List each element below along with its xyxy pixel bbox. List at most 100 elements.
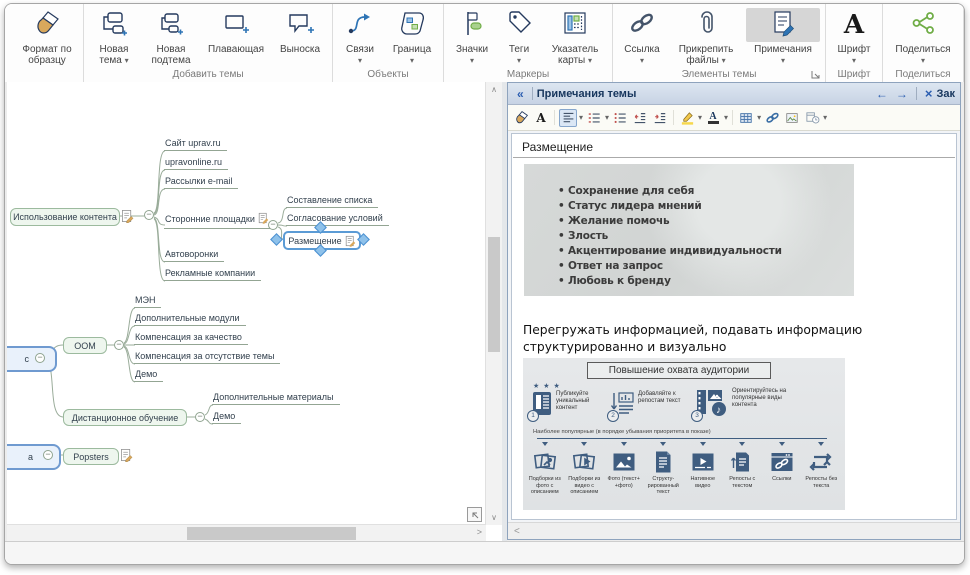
dropdown-arrow-icon[interactable]: ▾	[724, 113, 728, 122]
topic-distance-learning[interactable]: Дистанционное обучение	[63, 409, 187, 426]
callout-icon	[286, 9, 314, 42]
topic-line[interactable]: Автоворонки	[164, 249, 224, 262]
topic-line[interactable]: Компенсация за отсутствие темы	[134, 351, 280, 364]
scroll-right-icon[interactable]: >	[477, 527, 482, 537]
screenshot-stage: Формат по образцу Новая тема ▾ Новая под…	[0, 0, 970, 575]
indent-icon[interactable]	[651, 109, 669, 127]
new-topic-button[interactable]: Новая тема ▾	[87, 6, 141, 66]
collapse-minus-icon[interactable]: −	[43, 450, 53, 460]
topic-line[interactable]: Рекламные компании	[164, 268, 261, 281]
topic-oom[interactable]: ООМ	[63, 337, 107, 354]
font-button[interactable]: A Шрифт▾	[829, 6, 879, 66]
topic-content-usage[interactable]: Использование контента	[10, 208, 120, 226]
notes-button[interactable]: Примечания▾	[744, 6, 822, 66]
format-painter-icon[interactable]	[512, 109, 530, 127]
close-panel-icon[interactable]: ×	[921, 86, 937, 101]
next-note-icon[interactable]: →	[892, 87, 912, 101]
collapse-minus-icon[interactable]: −	[144, 210, 154, 220]
separator	[673, 110, 674, 125]
scroll-up-icon[interactable]: ∧	[486, 85, 502, 94]
dropdown-arrow-icon[interactable]: ▾	[698, 113, 702, 122]
topic-line[interactable]: Дополнительные материалы	[212, 392, 340, 405]
topic-line[interactable]: Демо	[134, 369, 163, 382]
hyperlink-button[interactable]: Ссылка▾	[616, 6, 668, 66]
horizontal-scrollbar-thumb[interactable]	[187, 527, 356, 540]
map-canvas[interactable]: Использование контента − Сайт uprav.ru u…	[7, 82, 502, 542]
align-icon[interactable]	[559, 109, 577, 127]
collapse-minus-icon[interactable]: −	[195, 412, 205, 422]
diagram-step-3: ♪ Ориентируйтесь на популярные виды конт…	[695, 388, 790, 418]
fit-map-button[interactable]	[467, 507, 482, 522]
topic-line[interactable]: Сайт uprav.ru	[164, 138, 227, 151]
dropdown-arrow-icon[interactable]: ▾	[579, 113, 583, 122]
insert-image-icon[interactable]	[783, 109, 801, 127]
previous-note-icon[interactable]: ←	[872, 87, 892, 101]
floating-topic-button[interactable]: Плавающая	[201, 6, 271, 55]
dropdown-arrow-icon[interactable]: ▾	[823, 113, 827, 122]
close-panel-label[interactable]: Зак	[936, 88, 955, 100]
dropdown-arrow-icon: ▾	[852, 56, 856, 65]
main-topic-partial[interactable]: с	[7, 346, 57, 372]
dialog-launcher-icon[interactable]	[810, 69, 821, 80]
note-indicator-icon[interactable]	[121, 209, 134, 228]
notes-editor[interactable]: Размещение Сохранение для себя Статус ли…	[511, 133, 957, 520]
notes-panel-header: « Примечания темы ← → × Зак	[508, 83, 960, 105]
attach-files-button[interactable]: Прикрепить файлы ▾	[668, 6, 744, 66]
callout-button[interactable]: Выноска	[271, 6, 329, 55]
topic-line[interactable]: Компенсация за качество	[134, 332, 248, 345]
vertical-scrollbar-thumb[interactable]	[488, 237, 500, 352]
horizontal-scrollbar[interactable]: >	[7, 524, 486, 542]
vertical-scrollbar[interactable]: ∧ ∨	[485, 82, 502, 525]
numbered-list-icon[interactable]	[585, 109, 603, 127]
share-button[interactable]: Поделиться▾	[886, 6, 960, 66]
topic-popsters[interactable]: Popsters	[63, 448, 119, 465]
collapse-minus-icon[interactable]: −	[35, 353, 45, 363]
note-image-reach-diagram[interactable]: Повышение охвата аудитории ★ ★ ★ Публику…	[523, 358, 845, 510]
insert-link-icon[interactable]	[763, 109, 781, 127]
topic-third-party[interactable]: Сторонние площадки	[164, 212, 275, 229]
font-color-icon[interactable]: A	[704, 109, 722, 127]
topic-line[interactable]: МЭН	[134, 295, 161, 308]
note-heading[interactable]: Размещение	[512, 134, 956, 157]
table-icon[interactable]	[737, 109, 755, 127]
slide-bullet: Статус лидера мнений	[558, 199, 854, 214]
topic-line[interactable]: Составление списка	[286, 195, 378, 208]
note-image-emotions[interactable]: Сохранение для себя Статус лидера мнений…	[524, 164, 854, 296]
collapse-panel-icon[interactable]: «	[513, 87, 528, 101]
note-paragraph[interactable]: Перегружать информацией, подавать информ…	[523, 322, 957, 357]
dropdown-arrow-icon: ▾	[470, 56, 474, 65]
format-painter-button[interactable]: Формат по образцу	[14, 6, 80, 66]
tags-button[interactable]: Теги▾	[497, 6, 541, 66]
diagram-step-1: Публикуйте уникальный контент	[531, 391, 610, 417]
date-time-icon[interactable]	[803, 109, 821, 127]
topic-line[interactable]: Рассылки e-mail	[164, 176, 238, 189]
topic-line[interactable]: Согласование условий	[286, 213, 389, 226]
font-dialog-icon[interactable]: A	[532, 109, 550, 127]
relationship-button[interactable]: Связи▾	[336, 6, 384, 66]
main-topic-partial[interactable]: а	[7, 444, 61, 470]
highlight-icon[interactable]	[678, 109, 696, 127]
ribbon-group-markers: Значки▾ Теги▾ Указатель карты ▾ Маркеры	[444, 4, 613, 82]
native-video-icon	[691, 450, 715, 474]
scroll-down-icon[interactable]: ∨	[486, 513, 502, 522]
map-index-button[interactable]: Указатель карты ▾	[541, 6, 609, 66]
outdent-icon[interactable]	[631, 109, 649, 127]
hyperlink-icon	[628, 9, 656, 42]
dropdown-arrow-icon[interactable]: ▾	[605, 113, 609, 122]
dropdown-arrow-icon[interactable]: ▾	[757, 113, 761, 122]
icons-button[interactable]: Значки▾	[447, 6, 497, 66]
collapse-minus-icon[interactable]: −	[114, 340, 124, 350]
new-subtopic-button[interactable]: Новая подтема	[141, 6, 201, 66]
topic-line[interactable]: upravonline.ru	[164, 157, 228, 170]
note-indicator-icon[interactable]	[345, 235, 356, 247]
ribbon-group-share: Поделиться▾ Поделиться	[883, 4, 964, 82]
note-indicator-icon[interactable]	[120, 448, 133, 467]
collapse-minus-icon[interactable]: −	[268, 220, 278, 230]
boundary-button[interactable]: Граница▾	[384, 6, 440, 66]
scroll-left-icon[interactable]: <	[514, 526, 520, 537]
notes-horizontal-scrollbar[interactable]: <	[508, 522, 960, 539]
topic-line[interactable]: Дополнительные модули	[134, 313, 246, 326]
topic-line[interactable]: Демо	[212, 411, 241, 424]
bullet-list-icon[interactable]	[611, 109, 629, 127]
floating-topic-icon	[222, 9, 250, 42]
